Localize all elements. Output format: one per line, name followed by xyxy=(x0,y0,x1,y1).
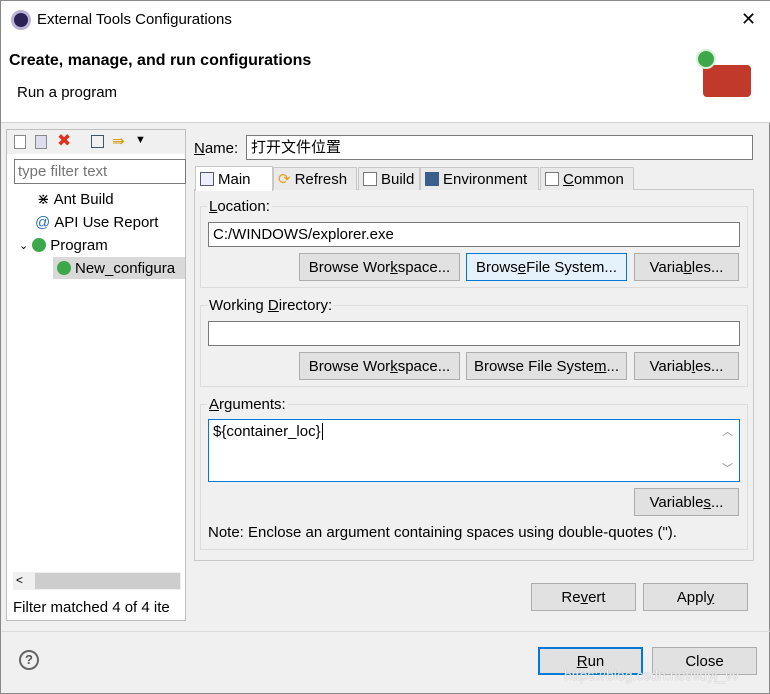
dialog-header: Create, manage, and run configurations R… xyxy=(1,39,770,123)
browse-file-system-button[interactable]: Browse File System... xyxy=(466,253,627,281)
main-tab-icon xyxy=(200,172,214,186)
common-icon xyxy=(545,172,559,186)
run-badge-icon xyxy=(696,49,716,69)
location-label: Location: xyxy=(207,198,272,215)
eclipse-icon xyxy=(11,10,31,30)
build-icon xyxy=(363,172,377,186)
revert-button[interactable]: Re v ert xyxy=(531,583,636,611)
arguments-label: Arguments: xyxy=(207,396,288,413)
scroll-left-icon[interactable]: < xyxy=(16,573,23,587)
arguments-textarea[interactable]: ${container_loc} ︿ ﹀ xyxy=(208,419,740,482)
tab-common[interactable]: Common xyxy=(540,167,634,190)
browse-workspace-button[interactable]: Browse Wor k space... xyxy=(299,253,460,281)
name-label: Name: xyxy=(194,140,239,157)
location-input[interactable]: C:/WINDOWS/explorer.exe xyxy=(208,222,740,247)
collapse-all-icon[interactable] xyxy=(91,135,104,148)
tree-item-ant-build[interactable]: ⋇ Ant Build xyxy=(37,188,114,210)
name-input[interactable]: 打开文件位置 xyxy=(246,135,753,160)
watermark: https://blog.csdn.net/liuyj_vv xyxy=(564,667,740,683)
horizontal-scrollbar[interactable]: < xyxy=(13,572,181,590)
help-icon[interactable]: ? xyxy=(19,650,39,670)
scrollbar-thumb[interactable] xyxy=(35,573,180,589)
tree-item-new-configuration[interactable]: New_configura xyxy=(53,257,185,279)
arguments-note: Note: Enclose an argument containing spa… xyxy=(208,524,677,541)
apply-button[interactable]: Appl y xyxy=(643,583,748,611)
chevron-down-icon[interactable]: ▼ xyxy=(135,134,146,146)
filter-icon[interactable]: ⇛ xyxy=(112,132,125,150)
refresh-icon: ⟳ xyxy=(278,171,291,188)
new-config-icon[interactable] xyxy=(14,135,26,149)
header-subtitle: Run a program xyxy=(17,84,118,101)
scroll-down-icon[interactable]: ﹀ xyxy=(722,460,733,479)
chevron-down-icon[interactable]: ⌄ xyxy=(19,239,28,252)
sidebar-toolbar: ✖ ⇛ ▼ xyxy=(7,130,185,154)
browse-workspace-button[interactable]: Browse Wor k space... xyxy=(299,352,460,380)
sidebar: ✖ ⇛ ▼ ⋇Ant Build @API Use Report ⌄Progra… xyxy=(6,129,186,621)
ant-icon: ⋇ xyxy=(37,191,50,208)
program-icon xyxy=(32,238,47,252)
toolbox-icon xyxy=(703,65,751,97)
environment-icon xyxy=(425,172,439,186)
tab-refresh[interactable]: ⟳ Refresh xyxy=(273,167,357,190)
tab-environment[interactable]: Environment xyxy=(420,167,539,190)
browse-file-system-button[interactable]: Browse File System... xyxy=(466,352,627,380)
delete-icon[interactable]: ✖ xyxy=(57,131,71,151)
filter-input[interactable] xyxy=(14,159,186,184)
tree-item-api-use-report[interactable]: @ API Use Report xyxy=(35,211,158,233)
filter-status: Filter matched 4 of 4 ite xyxy=(13,599,170,616)
variables-button[interactable]: Variables... xyxy=(634,352,739,380)
tab-build[interactable]: Build xyxy=(358,167,420,190)
program-icon xyxy=(57,261,71,275)
variables-button[interactable]: Variables... xyxy=(634,488,739,516)
api-report-icon: @ xyxy=(35,213,51,231)
duplicate-icon[interactable] xyxy=(35,135,47,149)
working-directory-label: Working Directory: xyxy=(207,297,335,314)
working-directory-input[interactable] xyxy=(208,321,740,346)
tab-main[interactable]: Main xyxy=(195,166,273,191)
title-bar: External Tools Configurations ✕ xyxy=(1,1,770,39)
variables-button[interactable]: Variables... xyxy=(634,253,739,281)
scroll-up-icon[interactable]: ︿ xyxy=(722,423,733,442)
window-title: External Tools Configurations xyxy=(37,11,232,28)
header-title: Create, manage, and run configurations xyxy=(9,52,312,69)
footer-divider xyxy=(1,631,770,632)
close-icon[interactable]: ✕ xyxy=(741,9,756,30)
tree-item-program[interactable]: ⌄ Program xyxy=(19,234,108,256)
